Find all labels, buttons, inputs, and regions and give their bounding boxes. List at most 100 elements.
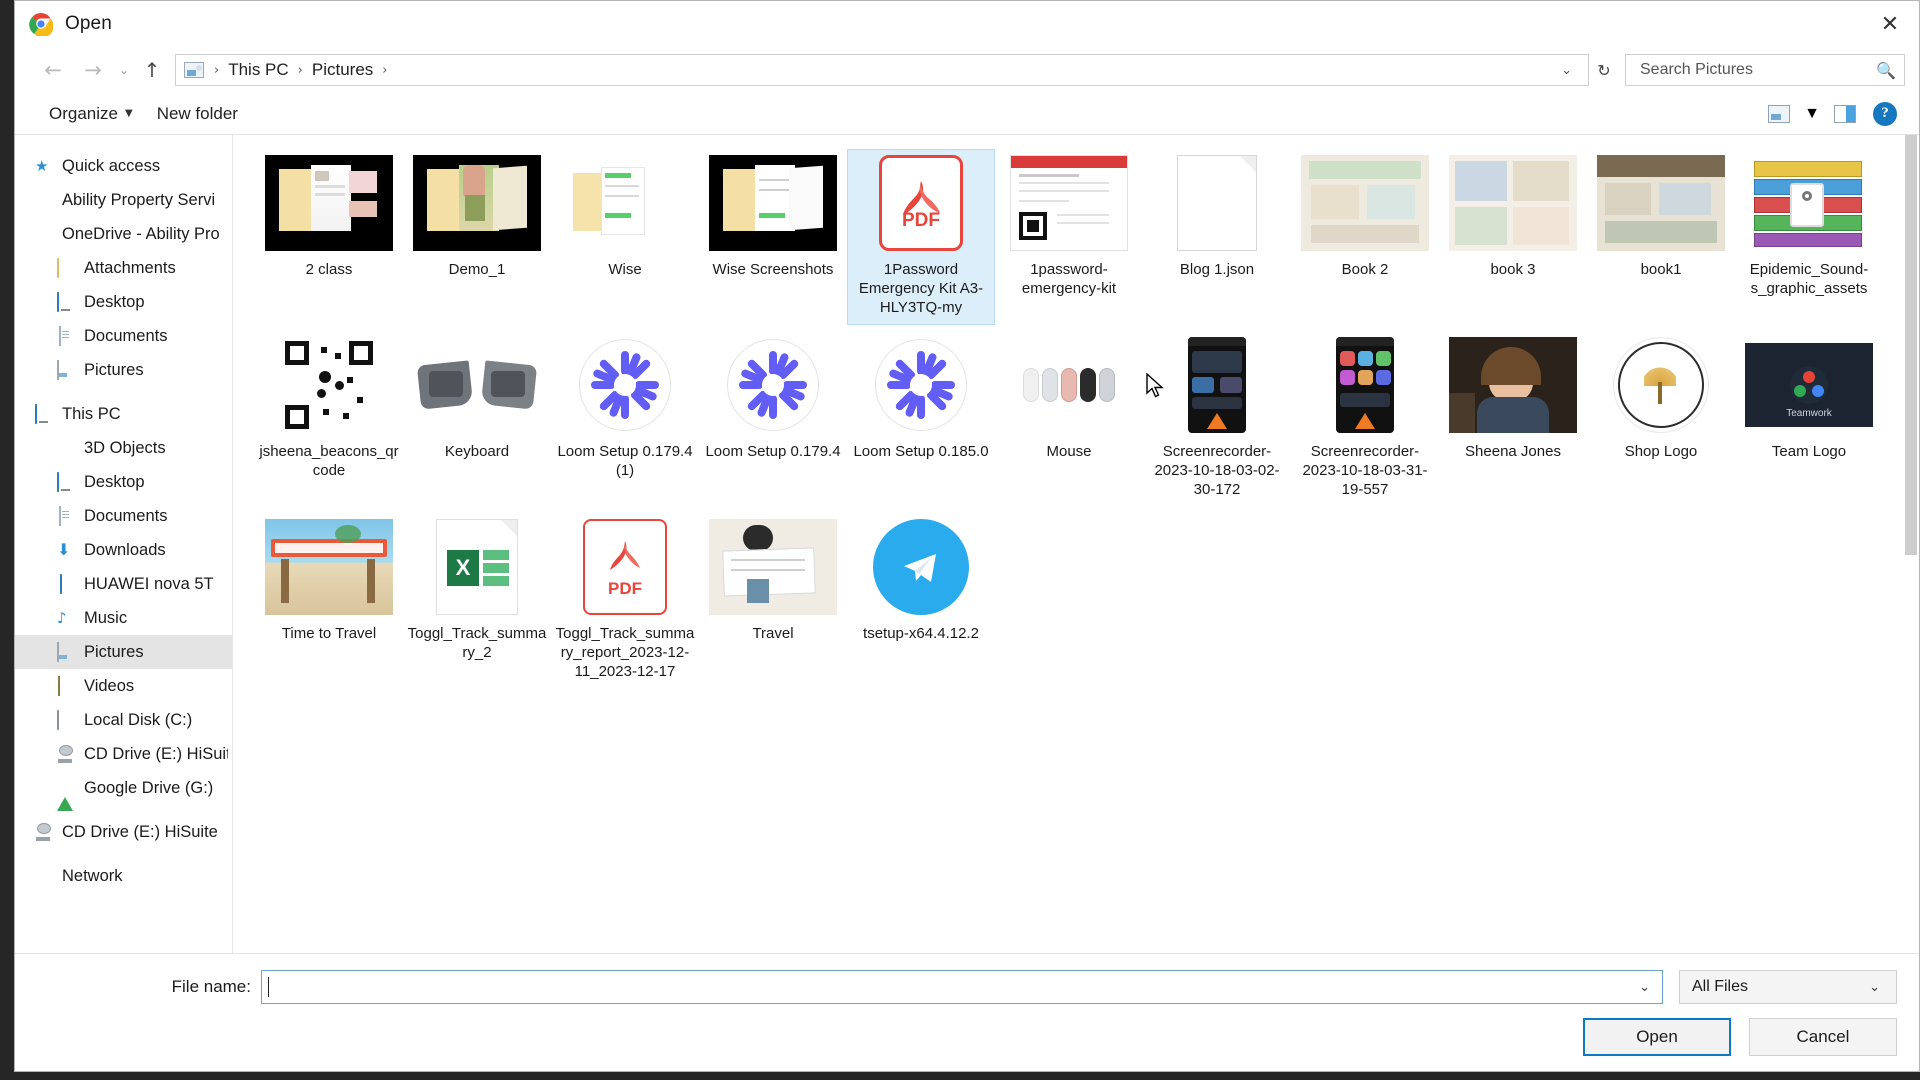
search-input[interactable]: [1638, 60, 1877, 80]
sidebar-item-documents[interactable]: Documents: [15, 319, 232, 353]
file-tile[interactable]: Travel: [699, 513, 847, 689]
excel-file-icon: X: [413, 519, 541, 615]
sidebar-item-3d-objects[interactable]: 3D Objects: [15, 431, 232, 465]
book-photo-2-icon: [1449, 155, 1577, 251]
new-folder-button[interactable]: New folder: [145, 99, 250, 129]
portrait-photo-icon: [1449, 337, 1577, 433]
address-bar[interactable]: › This PC › Pictures › ⌄: [175, 54, 1589, 86]
organize-button[interactable]: Organize ▼: [37, 99, 145, 129]
file-tile[interactable]: Epidemic_Sound-s_graphic_assets: [1735, 149, 1883, 325]
view-dropdown-icon[interactable]: ▼: [1799, 99, 1825, 129]
sidebar-item-cd-drive-e-hisuit[interactable]: CD Drive (E:) HiSuit: [15, 737, 232, 771]
file-tile-label: Toggl_Track_summary_2: [407, 625, 547, 661]
refresh-icon[interactable]: ↻: [1589, 54, 1619, 86]
file-type-select[interactable]: All Files ⌄: [1679, 970, 1897, 1004]
sidebar-item-desktop[interactable]: Desktop: [15, 465, 232, 499]
help-icon[interactable]: ?: [1865, 99, 1905, 129]
scrollbar-thumb[interactable]: [1905, 135, 1917, 555]
file-tile[interactable]: Screenrecorder-2023-10-18-03-31-19-557: [1291, 331, 1439, 507]
file-tile[interactable]: Wise Screenshots: [699, 149, 847, 325]
loom-installer-icon: [561, 337, 689, 433]
file-list-area[interactable]: 2 class Demo_1 Wise Wise Screenshots PDF 1Pas…: [233, 135, 1919, 953]
sidebar-item-label: Downloads: [84, 540, 166, 559]
file-tile[interactable]: Book 2: [1291, 149, 1439, 325]
file-tile[interactable]: jsheena_beacons_qrcode: [255, 331, 403, 507]
file-tile[interactable]: Teamwork Team Logo: [1735, 331, 1883, 507]
file-tile[interactable]: book1: [1587, 149, 1735, 325]
breadcrumb-separator: ›: [297, 62, 303, 78]
sidebar-item-attachments[interactable]: Attachments: [15, 251, 232, 285]
file-tile[interactable]: Time to Travel: [255, 513, 403, 689]
address-dropdown-icon[interactable]: ⌄: [1551, 63, 1582, 78]
sidebar-item-downloads[interactable]: ⬇ Downloads: [15, 533, 232, 567]
sidebar-item-music[interactable]: ♪ Music: [15, 601, 232, 635]
sidebar-item-documents[interactable]: Documents: [15, 499, 232, 533]
document-icon: [57, 506, 75, 526]
up-button[interactable]: ↑: [135, 53, 169, 87]
sidebar-item-this-pc[interactable]: This PC: [15, 397, 232, 431]
sidebar-item-label: Documents: [84, 326, 168, 345]
pdf-file-icon: PDF: [561, 519, 689, 615]
sidebar-item-ability-property-servi[interactable]: Ability Property Servi: [15, 183, 232, 217]
filename-dropdown-icon[interactable]: ⌄: [1631, 980, 1658, 995]
recent-locations-button[interactable]: ⌄: [113, 53, 135, 87]
search-icon[interactable]: 🔍: [1876, 61, 1896, 80]
filename-input[interactable]: ⌄: [261, 970, 1663, 1004]
file-tile[interactable]: Blog 1.json: [1143, 149, 1291, 325]
sidebar-item-google-drive-g[interactable]: Google Drive (G:): [15, 771, 232, 811]
search-box[interactable]: 🔍: [1625, 54, 1905, 86]
back-button[interactable]: ←: [33, 53, 73, 87]
breadcrumb-pictures[interactable]: Pictures: [305, 55, 380, 85]
navigation-sidebar[interactable]: ★ Quick access Ability Property Servi OneDr…: [15, 135, 233, 953]
cd-drive-icon: [57, 745, 75, 763]
sidebar-item-label: Quick access: [62, 156, 161, 175]
sidebar-item-pictures[interactable]: Pictures: [15, 353, 232, 387]
file-tile[interactable]: Loom Setup 0.179.4: [699, 331, 847, 507]
file-tile-label: Sheena Jones: [1465, 443, 1561, 460]
sidebar-item-pictures[interactable]: Pictures: [15, 635, 232, 669]
sidebar-item-label: Pictures: [84, 642, 144, 661]
file-tile[interactable]: X Toggl_Track_summary_2: [403, 513, 551, 689]
sidebar-item-onedrive-ability-pro[interactable]: OneDrive - Ability Pro: [15, 217, 232, 251]
view-layout-icon[interactable]: [1759, 99, 1799, 129]
file-tile[interactable]: Screenrecorder-2023-10-18-03-02-30-172: [1143, 331, 1291, 507]
file-tile-label: Epidemic_Sound-s_graphic_assets: [1749, 261, 1869, 297]
sidebar-item-network[interactable]: Network: [15, 859, 232, 893]
file-tile[interactable]: Wise: [551, 149, 699, 325]
file-tile-label: Demo_1: [448, 261, 506, 278]
file-tile[interactable]: Loom Setup 0.179.4 (1): [551, 331, 699, 507]
sidebar-item-huawei-nova-5t[interactable]: HUAWEI nova 5T: [15, 567, 232, 601]
file-tile[interactable]: Loom Setup 0.185.0: [847, 331, 995, 507]
forward-button[interactable]: →: [73, 53, 113, 87]
folder-icon: [57, 258, 75, 278]
file-tile-label: Team Logo: [1771, 443, 1847, 460]
preview-pane-icon[interactable]: [1825, 99, 1865, 129]
file-tile-label: 1password-emergency-kit: [1021, 261, 1117, 297]
open-button[interactable]: Open: [1583, 1018, 1731, 1056]
close-icon[interactable]: ✕: [1861, 1, 1919, 47]
sidebar-item-desktop[interactable]: Desktop: [15, 285, 232, 319]
vertical-scrollbar[interactable]: [1903, 135, 1919, 953]
file-tile[interactable]: book 3: [1439, 149, 1587, 325]
organize-label: Organize: [49, 103, 118, 123]
sidebar-item-cd-drive-e-hisuite[interactable]: CD Drive (E:) HiSuite: [15, 815, 232, 849]
file-tile[interactable]: PDF 1Password Emergency Kit A3-HLY3TQ-my: [847, 149, 995, 325]
file-tile[interactable]: Sheena Jones: [1439, 331, 1587, 507]
file-tile[interactable]: tsetup-x64.4.12.2: [847, 513, 995, 689]
breadcrumb-this-pc[interactable]: This PC: [221, 55, 295, 85]
cancel-button[interactable]: Cancel: [1749, 1018, 1897, 1056]
sidebar-item-videos[interactable]: Videos: [15, 669, 232, 703]
file-tile[interactable]: Demo_1: [403, 149, 551, 325]
sidebar-item-label: Ability Property Servi: [62, 190, 216, 209]
file-tile[interactable]: Shop Logo: [1587, 331, 1735, 507]
sidebar-item-quick-access[interactable]: ★ Quick access: [15, 149, 232, 183]
file-tile[interactable]: 2 class: [255, 149, 403, 325]
breadcrumb-separator: ›: [382, 62, 388, 78]
file-tile[interactable]: PDF Toggl_Track_summary_report_2023-12-11…: [551, 513, 699, 689]
file-tile[interactable]: Mouse: [995, 331, 1143, 507]
file-tile[interactable]: 1password-emergency-kit: [995, 149, 1143, 325]
sidebar-item-local-disk-c[interactable]: Local Disk (C:): [15, 703, 232, 737]
book-photo-icon: [1301, 155, 1429, 251]
file-tile[interactable]: Keyboard: [403, 331, 551, 507]
